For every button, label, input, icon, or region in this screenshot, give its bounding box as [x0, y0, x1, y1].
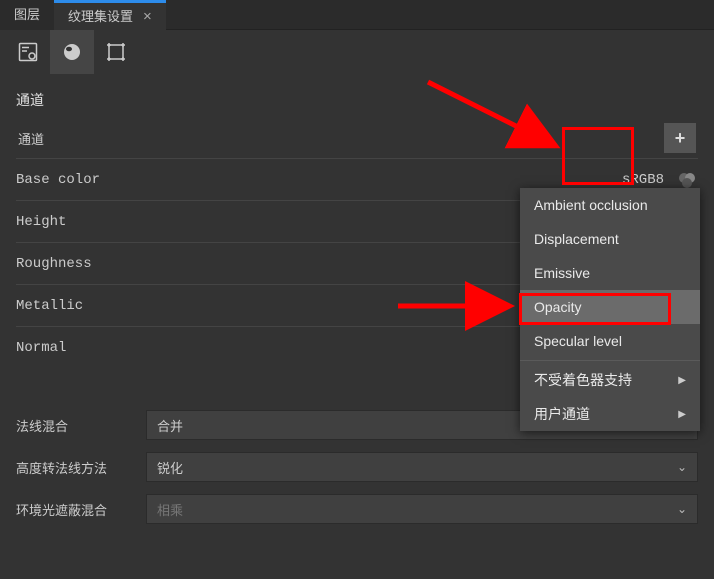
- channels-subheader-row: 通道 +: [16, 118, 698, 158]
- ao-blend-value: 相乘: [157, 500, 183, 519]
- sphere-icon[interactable]: [50, 30, 94, 74]
- channels-header: 通道: [16, 80, 698, 118]
- settings-icon[interactable]: [6, 30, 50, 74]
- tab-textureset-label: 纹理集设置: [68, 5, 133, 29]
- add-channel-menu: Ambient occlusion Displacement Emissive …: [520, 188, 700, 431]
- height-to-normal-dropdown[interactable]: 锐化 ⌄: [146, 452, 698, 482]
- uv-bounds-icon[interactable]: [94, 30, 138, 74]
- ao-blend-dropdown[interactable]: 相乘 ⌄: [146, 494, 698, 524]
- menu-item-user-channels[interactable]: 用户通道 ▶: [520, 397, 700, 431]
- menu-item-specular-level[interactable]: Specular level: [520, 324, 700, 358]
- chevron-down-icon: ⌄: [677, 460, 687, 474]
- channel-name: Base color: [16, 172, 622, 188]
- height-to-normal-label: 高度转法线方法: [16, 458, 134, 477]
- normal-blend-value: 合并: [157, 416, 183, 435]
- toolbar: [0, 30, 714, 74]
- chevron-right-icon: ▶: [678, 375, 686, 386]
- menu-item-unsupported-shader[interactable]: 不受着色器支持 ▶: [520, 363, 700, 397]
- ao-blend-label: 环境光遮蔽混合: [16, 500, 134, 519]
- tab-layers[interactable]: 图层: [0, 0, 54, 30]
- tab-textureset-settings[interactable]: 纹理集设置 ×: [54, 0, 166, 30]
- normal-blend-label: 法线混合: [16, 416, 134, 435]
- add-channel-button[interactable]: +: [664, 123, 696, 153]
- tab-bar: 图层 纹理集设置 ×: [0, 0, 714, 30]
- height-to-normal-row: 高度转法线方法 锐化 ⌄: [16, 446, 698, 488]
- chevron-right-icon: ▶: [678, 409, 686, 420]
- channel-format: sRGB8: [622, 172, 676, 188]
- menu-item-ambient-occlusion[interactable]: Ambient occlusion: [520, 188, 700, 222]
- close-icon[interactable]: ×: [143, 5, 152, 29]
- menu-separator: [520, 360, 700, 361]
- ao-blend-row: 环境光遮蔽混合 相乘 ⌄: [16, 488, 698, 530]
- height-to-normal-value: 锐化: [157, 458, 183, 477]
- plus-icon: +: [675, 128, 686, 149]
- menu-item-displacement[interactable]: Displacement: [520, 222, 700, 256]
- menu-item-opacity[interactable]: Opacity: [520, 290, 700, 324]
- channels-label: 通道: [18, 129, 44, 148]
- menu-item-emissive[interactable]: Emissive: [520, 256, 700, 290]
- tab-layers-label: 图层: [14, 0, 40, 30]
- chevron-down-icon: ⌄: [677, 502, 687, 516]
